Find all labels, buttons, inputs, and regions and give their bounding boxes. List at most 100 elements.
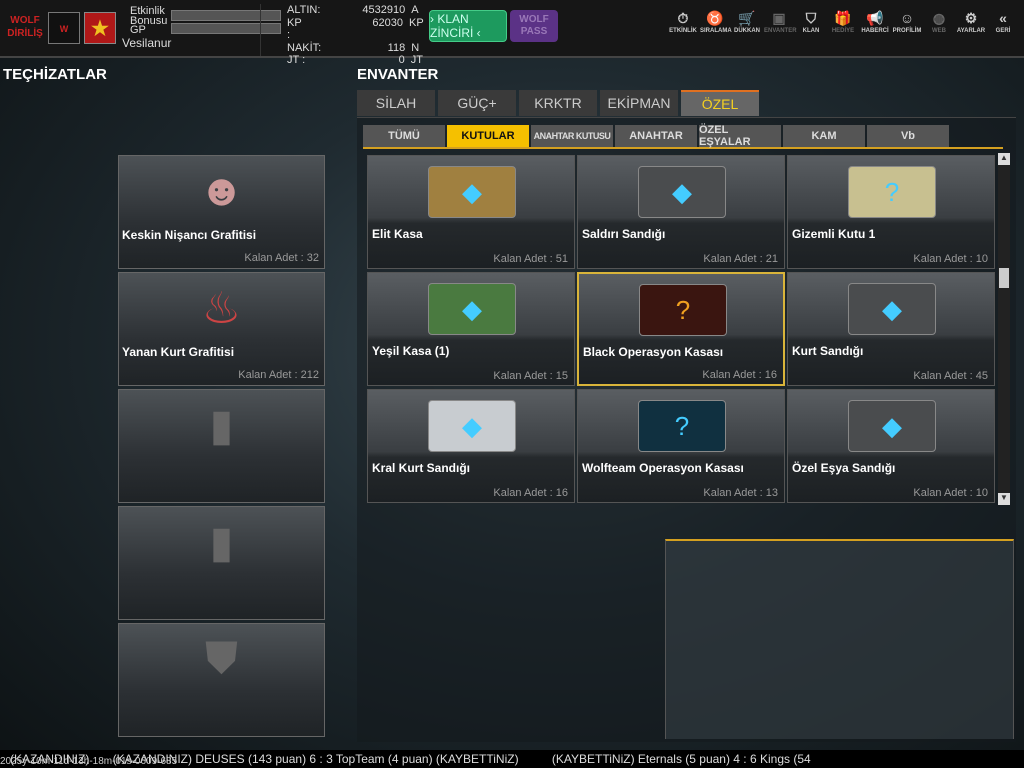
subtab-2[interactable]: ANAHTAR KUTUSU [531, 125, 613, 147]
currency-label: KP : [287, 16, 302, 42]
clan-chain-button[interactable]: › KLAN ZİNCİRİ ‹ [429, 10, 507, 42]
currency-unit: JT [410, 54, 423, 66]
crate-icon: ◆ [428, 166, 516, 218]
event-bonus-label: Etkinlik Bonusu [130, 5, 168, 27]
nav-label: SIRALAMA [700, 28, 732, 34]
item-name: Yanan Kurt Grafitisi [122, 345, 235, 359]
item-name: Black Operasyon Kasası [583, 345, 724, 359]
inventory-item[interactable]: ◆ Kurt Sandığı Kalan Adet : 45 [787, 272, 995, 386]
game-logo: WOLF DİRİLİŞ [7, 15, 43, 39]
inventory-title: ENVANTER [357, 66, 439, 83]
nav-klan[interactable]: ⛉ KLAN [796, 10, 826, 34]
tab-1[interactable]: GÜÇ+ [438, 90, 516, 116]
envanter-icon: ▣ [772, 10, 786, 26]
subtab-4[interactable]: ÖZEL EŞYALAR [699, 124, 781, 148]
nav-label: KLAN [802, 28, 820, 34]
nav-geri̇[interactable]: « GERİ [988, 10, 1018, 34]
inventory-item[interactable]: ◆ Saldırı Sandığı Kalan Adet : 21 [577, 155, 785, 269]
inventory-item[interactable]: ◆ Özel Eşya Sandığı Kalan Adet : 10 [787, 389, 995, 503]
item-count: Kalan Adet : 15 [493, 370, 568, 382]
subtab-3[interactable]: ANAHTAR [615, 125, 697, 147]
tab-4[interactable]: ÖZEL [681, 90, 759, 116]
equipment-slot[interactable]: ☻ Keskin Nişancı Grafitisi Kalan Adet : 32 [118, 155, 325, 269]
nav-web[interactable]: ◍ WEB [924, 10, 954, 34]
klan-icon: ⛉ [805, 10, 817, 26]
item-name: Elit Kasa [372, 227, 423, 241]
inventory-item[interactable]: ◆ Kral Kurt Sandığı Kalan Adet : 16 [367, 389, 575, 503]
scrollbar[interactable]: ▲ ▼ [998, 153, 1010, 505]
nav-label: ENVANTER [764, 28, 797, 34]
empty-slot[interactable]: ▮ [118, 506, 325, 620]
tab-0[interactable]: SİLAH [357, 90, 435, 116]
item-name: Keskin Nişancı Grafitisi [122, 228, 257, 242]
siralama-icon: ♉ [706, 10, 724, 26]
subtab-1[interactable]: KUTULAR [447, 125, 529, 147]
inventory-subtabs: TÜMÜ KUTULAR ANAHTAR KUTUSU ANAHTAR ÖZEL EŞY… [363, 124, 1003, 149]
tab-2[interactable]: KRKTR [519, 90, 597, 116]
tab-3[interactable]: EKİPMAN [600, 90, 678, 116]
inventory-item[interactable]: ◆ Elit Kasa Kalan Adet : 51 [367, 155, 575, 269]
item-detail-panel [665, 539, 1014, 739]
dükkan-icon: 🛒 [738, 10, 756, 26]
scroll-up-icon[interactable]: ▲ [998, 153, 1010, 165]
crate-icon: ◆ [638, 166, 726, 218]
currency-unit: N [411, 41, 420, 54]
profi̇li̇m-icon: ☺ [899, 10, 915, 26]
inventory-tabs: SİLAH GÜÇ+ KRKTR EKİPMAN ÖZEL [357, 90, 759, 116]
item-count: Kalan Adet : 16 [493, 487, 568, 499]
rank-star-icon: ★ [84, 12, 116, 44]
nav-envanter[interactable]: ▣ ENVANTER [764, 10, 797, 34]
geri̇-icon: « [999, 10, 1007, 26]
ayarlar-icon: ⚙ [964, 10, 978, 26]
item-count: Kalan Adet : 10 [913, 487, 988, 499]
nav-etki̇nli̇k[interactable]: ⏱ ETKİNLİK [668, 10, 698, 34]
subtab-5[interactable]: KAM [783, 125, 865, 147]
top-bar: WOLF DİRİLİŞ W ★ Etkinlik Bonusu GP Vesi… [0, 0, 1024, 66]
item-count: Kalan Adet : 51 [493, 253, 568, 265]
inventory-item[interactable]: ◆ Yeşil Kasa (1) Kalan Adet : 15 [367, 272, 575, 386]
crate-icon: ◆ [848, 400, 936, 452]
equipment-slot[interactable]: ♨ Yanan Kurt Grafitisi Kalan Adet : 212 [118, 272, 325, 386]
subtab-6[interactable]: Vb [867, 125, 949, 147]
clan-emblem[interactable]: W [48, 12, 80, 44]
timestamp: 2025y-10m-11d-13h-18m-01s-0609-685 [0, 756, 178, 767]
wolf-pass-button[interactable]: WOLF PASS [510, 10, 558, 42]
spray-can-icon: ▮ [209, 518, 234, 567]
nav-profi̇li̇m[interactable]: ☺ PROFİLİM [892, 10, 922, 34]
inventory-item[interactable]: ? Black Operasyon Kasası Kalan Adet : 16 [577, 272, 785, 386]
nav-haberci̇[interactable]: 📢 HABERCİ [860, 10, 890, 34]
crate-icon: ◆ [428, 400, 516, 452]
currency-value: 4532910 [362, 4, 406, 16]
nav-ayarlar[interactable]: ⚙ AYARLAR [956, 10, 986, 34]
spray-can-icon: ▮ [209, 401, 234, 450]
currency-label: NAKİT: [287, 41, 322, 54]
subtab-0[interactable]: TÜMÜ [363, 125, 445, 147]
scroll-down-icon[interactable]: ▼ [998, 493, 1010, 505]
item-name: Özel Eşya Sandığı [792, 461, 896, 475]
empty-slot[interactable]: ▮ [118, 389, 325, 503]
nav-label: AYARLAR [956, 28, 986, 34]
currency-unit: A [411, 4, 419, 16]
currency-row: JT : 0 JT [261, 54, 423, 67]
nav-siralama[interactable]: ♉ SIRALAMA [700, 10, 732, 34]
inventory-item[interactable]: ? Wolfteam Operasyon Kasası Kalan Adet : 1… [577, 389, 785, 503]
nav-dükkan[interactable]: 🛒 DÜKKAN [732, 10, 762, 34]
inventory-item[interactable]: ? Gizemli Kutu 1 Kalan Adet : 10 [787, 155, 995, 269]
currency-label: ALTIN: [287, 4, 321, 16]
currency-row: ALTIN: 4532910 A [261, 4, 423, 17]
currency-value: 0 [398, 54, 405, 66]
nav-hedi̇ye[interactable]: 🎁 HEDİYE [828, 10, 858, 34]
username: Vesilanur [122, 36, 172, 50]
item-count: Kalan Adet : 212 [238, 369, 319, 381]
shield-icon: ⛊ [205, 634, 238, 683]
haberci̇-icon: 📢 [866, 10, 884, 26]
crate-icon: ? [638, 400, 726, 452]
main-nav: ⏱ ETKİNLİK ♉ SIRALAMA 🛒 DÜKKAN ▣ ENVANTER ⛉ KLAN 🎁… [668, 10, 1018, 34]
item-count: Kalan Adet : 21 [703, 253, 778, 265]
item-name: Wolfteam Operasyon Kasası [582, 461, 744, 475]
nav-label: GERİ [995, 28, 1011, 34]
nav-label: HABERCİ [861, 28, 889, 34]
empty-slot[interactable]: ⛊ [118, 623, 325, 737]
scroll-thumb[interactable] [999, 268, 1009, 288]
item-name: Kral Kurt Sandığı [372, 461, 471, 475]
